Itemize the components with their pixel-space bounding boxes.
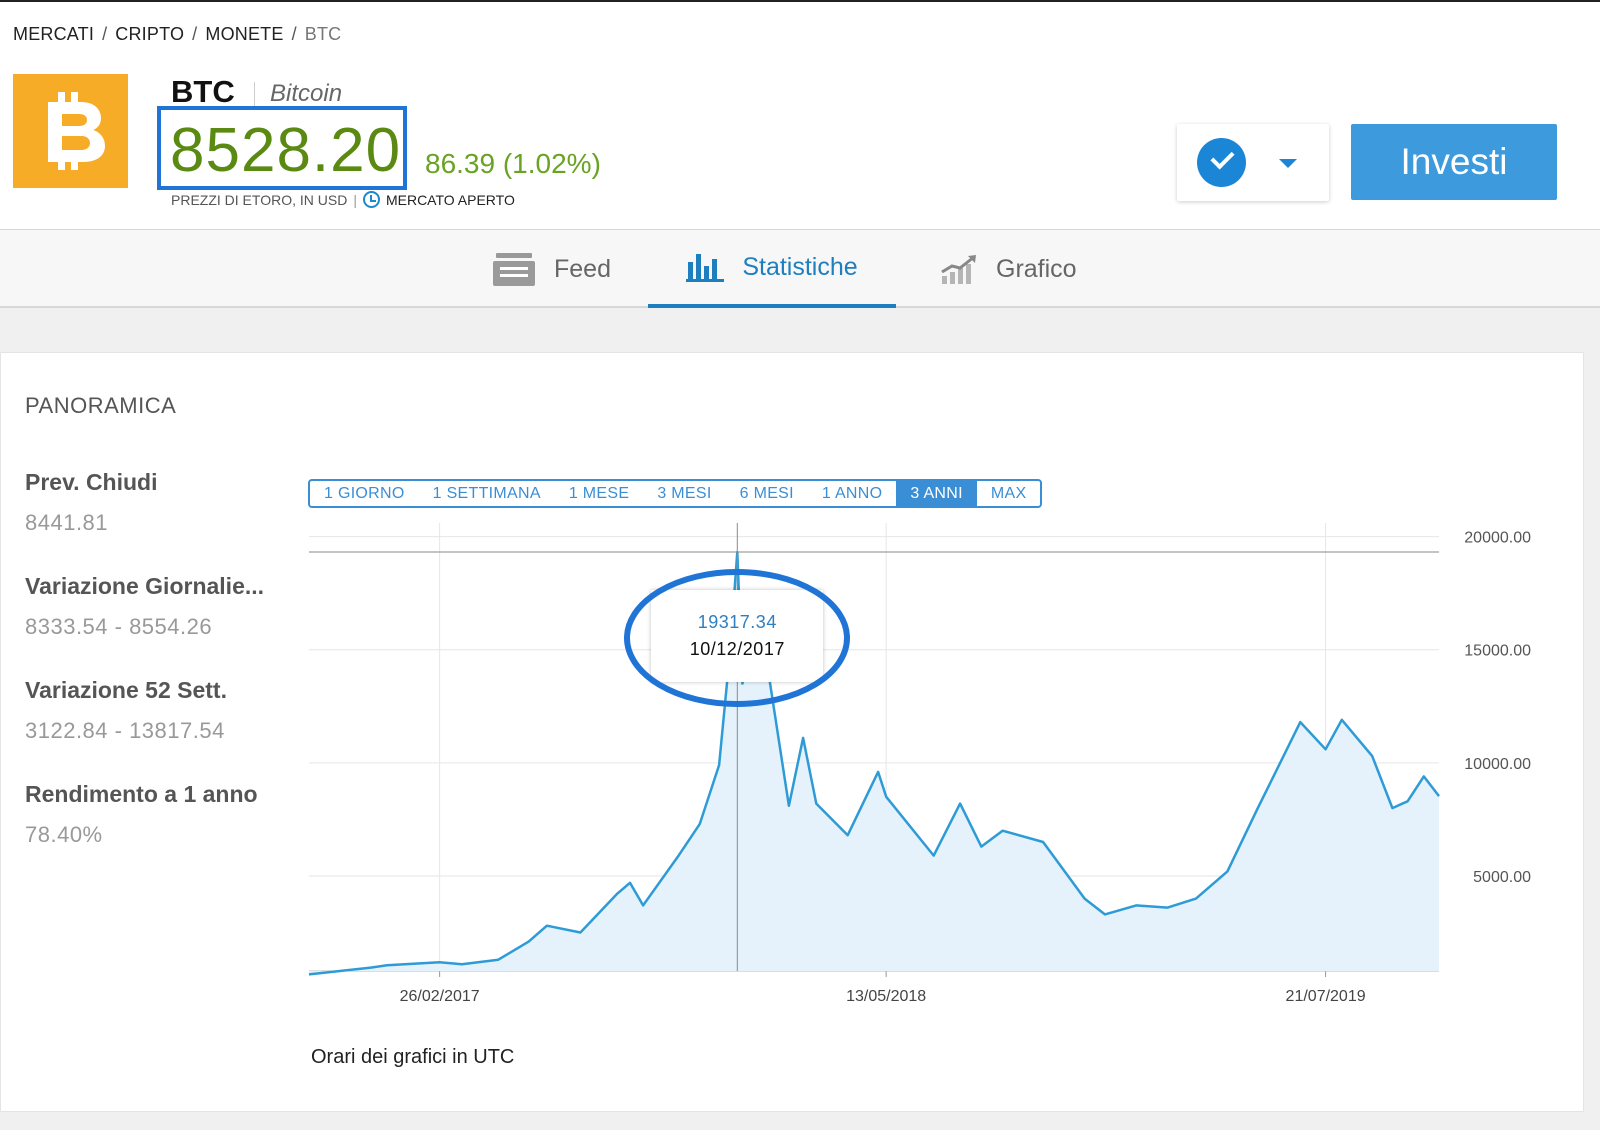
range-6-mesi[interactable]: 6 MESI (726, 481, 808, 506)
range-3-mesi[interactable]: 3 MESI (643, 481, 725, 506)
range-3-anni[interactable]: 3 ANNI (896, 481, 977, 506)
range-1-settimana[interactable]: 1 SETTIMANA (419, 481, 555, 506)
stat-value: 8441.81 (25, 510, 109, 535)
range-max[interactable]: MAX (977, 481, 1041, 506)
y-tick-label: 20000.00 (1464, 530, 1531, 547)
x-tick-label: 26/02/2017 (400, 988, 480, 1005)
tab-label: Statistiche (742, 252, 858, 281)
x-tick-label: 21/07/2019 (1286, 988, 1366, 1005)
breadcrumb-item-mercati[interactable]: MERCATI (13, 24, 94, 44)
price-chart[interactable]: 20000.00 15000.00 10000.00 5000.00 26/02/201… (301, 523, 1541, 1023)
breadcrumb-current: BTC (304, 24, 342, 44)
panel-title: PANORAMICA (25, 393, 177, 418)
chart-footnote: Orari dei grafici in UTC (311, 1046, 515, 1068)
asset-symbol: BTC (171, 74, 235, 109)
time-range-selector: 1 GIORNO 1 SETTIMANA 1 MESE 3 MESI 6 MES… (308, 479, 1043, 508)
info-separator: | (353, 191, 357, 208)
stat-label: Variazione 52 Sett. (25, 677, 227, 703)
price-source: PREZZI DI ETORO, IN USD (171, 191, 348, 208)
stat-label: Variazione Giornalie... (25, 573, 265, 599)
x-tick-label: 13/05/2018 (846, 988, 926, 1005)
asset-header: MERCATI / CRIPTO / MONETE / BTC BTC Bitcoin 85… (0, 2, 1600, 230)
line-chart-icon (941, 255, 976, 284)
bar-chart-icon (686, 254, 725, 282)
stat-label: Prev. Chiudi (25, 469, 158, 495)
feed-icon (493, 253, 535, 286)
stat-value: 78.40% (25, 822, 103, 847)
asset-name: Bitcoin (270, 80, 343, 107)
breadcrumb-item-cripto[interactable]: CRIPTO (115, 24, 184, 44)
price-change: 86.39 (1.02%) (425, 148, 601, 179)
price-highlight-box (157, 106, 407, 190)
stat-daily-range: Variazione Giornalie... 8333.54 - 8554.2… (25, 573, 297, 640)
stat-1-year-return: Rendimento a 1 anno 78.40% (25, 781, 297, 848)
y-tick-label: 15000.00 (1464, 643, 1531, 660)
tooltip-highlight-ellipse (624, 569, 851, 708)
stat-value: 3122.84 - 13817.54 (25, 718, 225, 743)
stat-prev-close: Prev. Chiudi 8441.81 (25, 469, 297, 536)
range-1-mese[interactable]: 1 MESE (555, 481, 644, 506)
bitcoin-icon (13, 74, 128, 188)
price-source-info: PREZZI DI ETORO, IN USD | MERCATO APERTO (171, 191, 515, 208)
tab-grafico[interactable]: Grafico (940, 230, 1077, 308)
range-1-anno[interactable]: 1 ANNO (808, 481, 897, 506)
overview-panel: PANORAMICA Prev. Chiudi 8441.81 Variazio… (0, 352, 1584, 1112)
stat-label: Rendimento a 1 anno (25, 781, 258, 807)
breadcrumb-item-monete[interactable]: MONETE (205, 24, 283, 44)
y-tick-label: 5000.00 (1473, 869, 1531, 886)
y-tick-label: 10000.00 (1464, 756, 1531, 773)
chevron-down-icon[interactable] (1279, 159, 1297, 168)
tab-feed[interactable]: Feed (492, 230, 611, 308)
range-1-giorno[interactable]: 1 GIORNO (310, 481, 419, 506)
tab-bar: Feed Statistiche Grafico (0, 230, 1600, 308)
check-icon[interactable] (1197, 138, 1246, 187)
stat-52-week-range: Variazione 52 Sett. 3122.84 - 13817.54 (25, 677, 297, 744)
tab-statistiche[interactable]: Statistiche (648, 230, 896, 308)
breadcrumb: MERCATI / CRIPTO / MONETE / BTC (13, 24, 342, 44)
stat-value: 8333.54 - 8554.26 (25, 614, 213, 639)
watchlist-toggle[interactable] (1177, 124, 1329, 201)
market-status: MERCATO APERTO (385, 191, 515, 208)
tab-label: Feed (554, 254, 611, 283)
tab-label: Grafico (996, 254, 1077, 283)
name-divider (254, 82, 255, 108)
invest-button[interactable]: Investi (1351, 124, 1557, 200)
clock-icon (362, 191, 380, 208)
